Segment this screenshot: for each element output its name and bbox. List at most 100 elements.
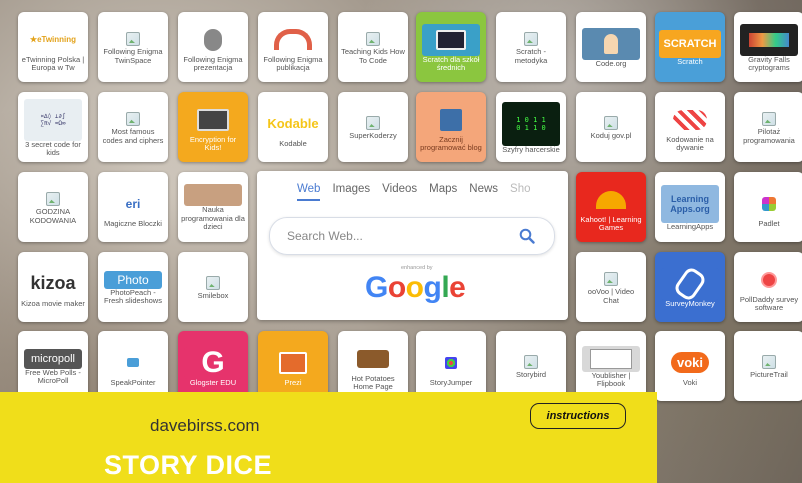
tile-scratch-szkol[interactable]: Scratch dla szkół średnich	[416, 12, 486, 82]
tile-code-org[interactable]: Code.org	[576, 12, 646, 82]
tile-nauka-programowania[interactable]: Nauka programowania dla dzieci	[178, 172, 248, 242]
broken-image-icon	[604, 272, 618, 286]
broken-image-icon	[366, 116, 380, 131]
nauka-thumbnail	[184, 184, 242, 207]
dywanie-thumbnail	[661, 104, 719, 136]
tile-kahoot[interactable]: Kahoot! | Learning Games	[576, 172, 646, 242]
storyjumper-icon	[422, 347, 480, 379]
tile-speakpointer[interactable]: SpeakPointer	[98, 331, 168, 401]
broken-image-icon	[524, 32, 538, 46]
matrix-thumbnail: 1 0 1 10 1 1 0	[502, 101, 560, 146]
etwinning-logo: ★eTwinning	[29, 35, 77, 44]
tile-pilotaz[interactable]: Pilotaż programowania	[734, 92, 802, 162]
tile-encryption-kids[interactable]: Encryption for Kids!	[178, 92, 248, 162]
tile-secret-code[interactable]: ¤∆◊ ⊥∂∫ ∑π√ ≈Ω∞ 3 secret code for kids	[18, 92, 88, 162]
tile-micropoll[interactable]: micropoll Free Web Polls - MicroPoll	[18, 331, 88, 401]
publikacja-logo	[264, 24, 322, 56]
tile-padlet[interactable]: Padlet	[734, 172, 802, 242]
tab-web[interactable]: Web	[297, 183, 321, 201]
paperclip-icon	[661, 265, 719, 303]
tile-etwinning[interactable]: ★eTwinning eTwinning Polska | Europa w T…	[18, 12, 88, 82]
broken-image-icon	[524, 355, 538, 370]
search-input[interactable]	[285, 228, 519, 244]
voki-logo: voki	[661, 347, 719, 379]
tab-maps[interactable]: Maps	[429, 183, 457, 201]
tile-storyjumper[interactable]: StoryJumper	[416, 331, 486, 401]
tile-smilebox[interactable]: Smilebox	[178, 252, 248, 322]
polldaddy-icon	[740, 264, 798, 296]
broken-image-icon	[126, 32, 140, 46]
scratch-logo: SCRATCH	[659, 29, 721, 58]
story-dice-banner: davebirss.com STORY DICE instructions	[0, 392, 657, 483]
tile-magiczne-bloczki[interactable]: eri Magiczne Bloczki	[98, 172, 168, 242]
code-org-thumbnail	[582, 27, 640, 60]
tile-superkoderzy[interactable]: SuperKoderzy	[338, 92, 408, 162]
tile-polldaddy[interactable]: PollDaddy survey software	[734, 252, 802, 322]
kahoot-icon	[582, 183, 640, 216]
tile-storybird[interactable]: Storybird	[496, 331, 566, 401]
eri-logo: eri	[125, 196, 141, 211]
youblisher-thumbnail	[582, 345, 640, 372]
tile-picturetrail[interactable]: PictureTrail	[734, 331, 802, 401]
tile-learningapps[interactable]: Learning Apps.org LearningApps	[655, 172, 725, 242]
tile-photopeach[interactable]: Photo PhotoPeach - Fresh slideshows	[98, 252, 168, 322]
broken-image-icon	[366, 32, 380, 46]
broken-image-icon	[126, 112, 140, 126]
fingerprint-icon	[184, 23, 242, 56]
tile-voki[interactable]: voki Voki	[655, 331, 725, 401]
tile-enigma-prezentacja[interactable]: Following Enigma prezentacja	[178, 12, 248, 82]
tile-teaching-kids-code[interactable]: Teaching Kids How To Code	[338, 12, 408, 82]
chat-icon	[104, 347, 162, 379]
photopeach-logo: Photo	[104, 270, 162, 289]
tile-gravity-falls[interactable]: Gravity Falls cryptograms	[734, 12, 802, 82]
glogster-logo: G	[184, 346, 242, 379]
site-url[interactable]: davebirss.com	[150, 416, 260, 436]
tile-scratch-metodyka[interactable]: Scratch - metodyka	[496, 12, 566, 82]
typewriter-icon	[344, 343, 402, 375]
search-tabs: Web Images Videos Maps News Sho	[297, 183, 531, 201]
floppy-icon	[422, 103, 480, 136]
broken-image-icon	[206, 276, 220, 291]
search-panel: Web Images Videos Maps News Sho enhanced…	[257, 171, 568, 320]
tile-koduj-gov[interactable]: Koduj gov.pl	[576, 92, 646, 162]
google-logo: enhanced by Google	[365, 265, 466, 304]
gravity-falls-thumbnail	[740, 23, 798, 56]
tile-kodowanie-dywanie[interactable]: Kodowanie na dywanie	[655, 92, 725, 162]
tile-scratch[interactable]: SCRATCH Scratch	[655, 12, 725, 82]
broken-image-icon	[762, 112, 776, 126]
tile-glogster[interactable]: G Glogster EDU	[178, 331, 248, 401]
tile-hot-potatoes[interactable]: Hot Potatoes Home Page	[338, 331, 408, 401]
search-icon[interactable]	[519, 228, 535, 244]
laptop-icon	[184, 103, 242, 136]
banner-title: STORY DICE	[104, 450, 273, 480]
tile-oovoo[interactable]: ooVoo | Video Chat	[576, 252, 646, 322]
padlet-icon	[740, 188, 798, 220]
tab-news[interactable]: News	[469, 183, 498, 201]
tile-enigma-publikacja[interactable]: Following Enigma publikacja	[258, 12, 328, 82]
monitor-icon	[422, 23, 480, 56]
tab-images[interactable]: Images	[332, 183, 370, 201]
tile-zacznij-programowac[interactable]: Zacznij programować blog	[416, 92, 486, 162]
secret-code-thumbnail: ¤∆◊ ⊥∂∫ ∑π√ ≈Ω∞	[24, 98, 82, 141]
broken-image-icon	[604, 116, 618, 131]
tile-famous-codes[interactable]: Most famous codes and ciphers	[98, 92, 168, 162]
tile-kizoa[interactable]: kizoa Kizoa movie maker	[18, 252, 88, 322]
tab-videos[interactable]: Videos	[382, 183, 417, 201]
kizoa-logo: kizoa	[30, 273, 76, 294]
tile-kodable[interactable]: Kodable Kodable	[258, 92, 328, 162]
kodable-logo: Kodable	[267, 116, 319, 132]
broken-image-icon	[46, 192, 60, 206]
tile-godzina-kodowania[interactable]: GODZINA KODOWANIA	[18, 172, 88, 242]
search-box[interactable]	[269, 217, 555, 255]
tab-shopping[interactable]: Sho	[510, 183, 530, 201]
instructions-button[interactable]: instructions	[530, 403, 626, 429]
tile-prezi[interactable]: Prezi	[258, 331, 328, 401]
tile-szyfry-harcerskie[interactable]: 1 0 1 10 1 1 0 Szyfry harcerskie	[496, 92, 566, 162]
broken-image-icon	[762, 355, 776, 370]
tile-enigma-twinspace[interactable]: Following Enigma TwinSpace	[98, 12, 168, 82]
tile-youblisher[interactable]: Youblisher | Flipbook	[576, 331, 646, 401]
learningapps-logo: Learning Apps.org	[661, 184, 719, 223]
micropoll-logo: micropoll	[24, 348, 82, 369]
tile-surveymonkey[interactable]: SurveyMonkey	[655, 252, 725, 322]
monitor-icon	[264, 346, 322, 379]
